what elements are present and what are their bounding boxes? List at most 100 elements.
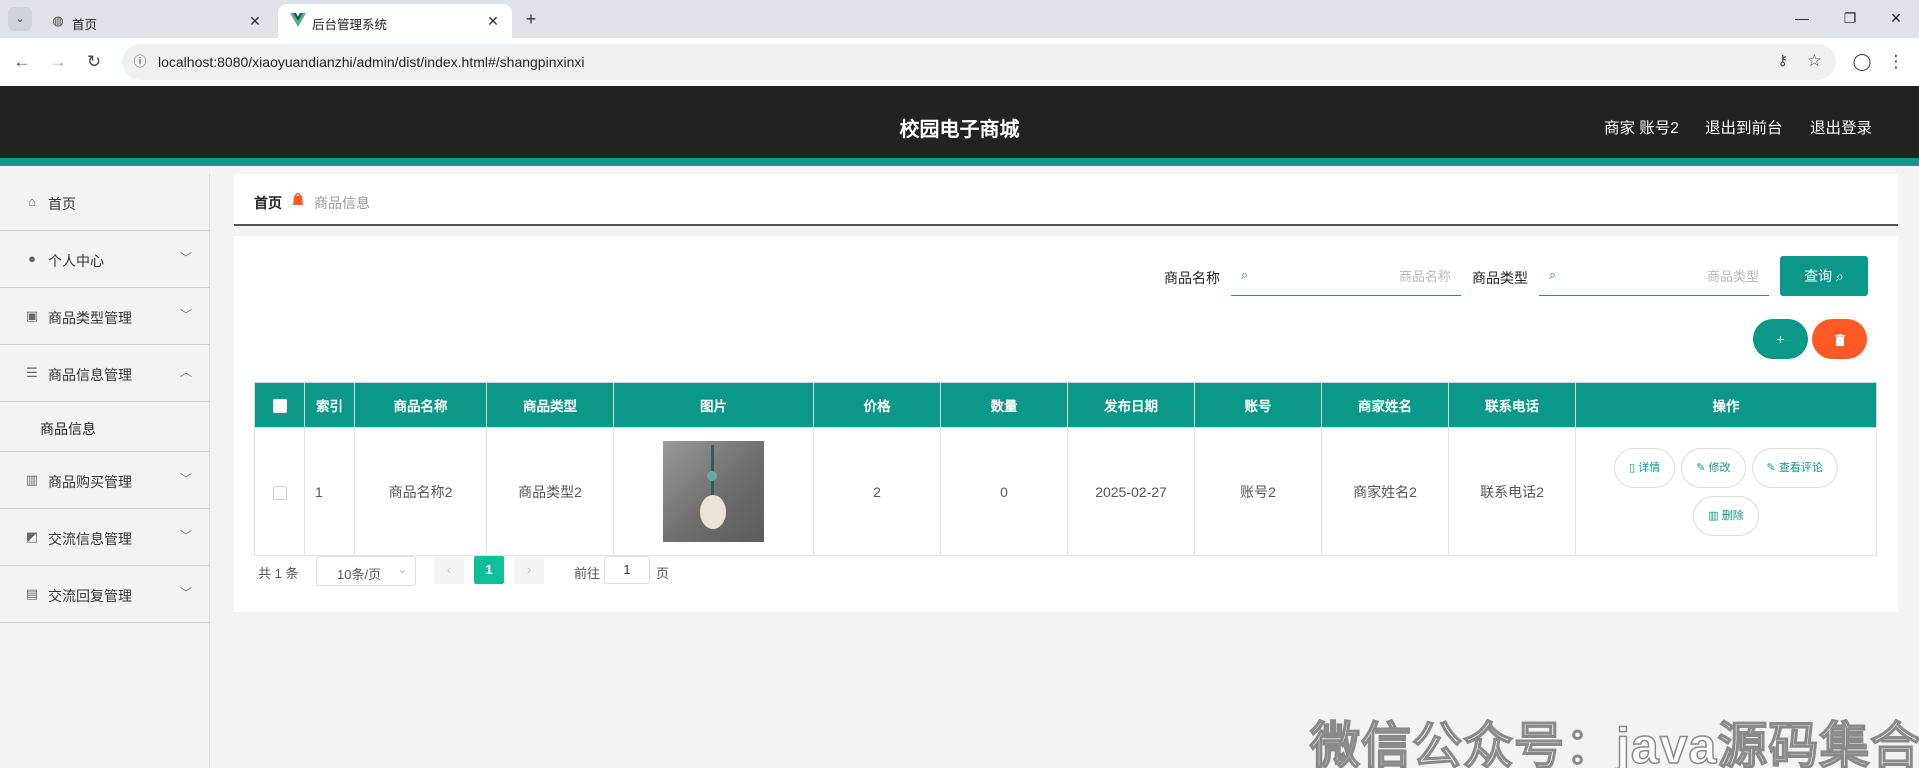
column-header: 商品名称 xyxy=(354,382,487,428)
close-icon[interactable]: ✕ xyxy=(484,12,502,30)
detail-button[interactable]: ▯ 详情 xyxy=(1614,447,1676,488)
add-button[interactable]: + xyxy=(1753,319,1808,359)
quantity-cell: 0 xyxy=(940,427,1068,556)
type-cell: 商品类型2 xyxy=(486,427,614,556)
sidebar-item-label: 商品购买管理 xyxy=(48,474,132,490)
product-image[interactable] xyxy=(663,441,764,542)
home-icon: ⌂ xyxy=(28,194,36,209)
edit-label: 修改 xyxy=(1708,461,1731,474)
list-icon: ☰ xyxy=(26,365,38,380)
search-type-field[interactable]: ⌕ xyxy=(1539,256,1769,296)
edit-button[interactable]: ✎ 修改 xyxy=(1681,447,1746,488)
column-header: 发布日期 xyxy=(1067,382,1195,428)
sidebar-item-profile[interactable]: ● 个人中心 ﹀ xyxy=(0,231,210,288)
delete-button[interactable]: ▥ 删除 xyxy=(1693,495,1759,536)
browser-tab-home[interactable]: ◍ 首页 ✕ xyxy=(38,4,274,38)
column-header: 联系电话 xyxy=(1448,382,1576,428)
close-icon[interactable]: ✕ xyxy=(246,12,264,30)
search-name-field[interactable]: ⌕ xyxy=(1231,256,1461,296)
breadcrumb-separator-icon xyxy=(292,192,304,206)
back-arrow-icon[interactable]: ← xyxy=(10,50,34,74)
browser-tab-admin[interactable]: 后台管理系统 ✕ xyxy=(278,4,512,38)
select-all-header[interactable] xyxy=(254,382,305,428)
browser-toolbar: ← → ↻ ⓘ localhost:8080/xiaoyuandianzhi/a… xyxy=(0,38,1919,86)
chevron-down-icon: ﹀ xyxy=(179,472,192,486)
batch-delete-button[interactable] xyxy=(1812,319,1867,359)
search-icon: ⌕ xyxy=(1241,267,1249,282)
select-all-checkbox[interactable] xyxy=(272,398,287,413)
forward-arrow-icon[interactable]: → xyxy=(46,50,70,74)
window-close-icon[interactable]: ✕ xyxy=(1874,6,1918,30)
logout-link[interactable]: 退出登录 xyxy=(1810,116,1872,138)
browser-tab-bar: ⌄ ◍ 首页 ✕ 后台管理系统 ✕ + — ❐ ✕ xyxy=(0,0,1919,38)
column-header: 账号 xyxy=(1194,382,1322,428)
view-reviews-button[interactable]: ✎ 查看评论 xyxy=(1751,447,1838,488)
date-cell: 2025-02-27 xyxy=(1067,427,1195,556)
breadcrumb-home[interactable]: 首页 xyxy=(254,193,282,213)
chevron-down-icon: ﹀ xyxy=(179,251,192,265)
search-icon: ⌕ xyxy=(1836,268,1844,284)
password-key-icon[interactable]: ⚷ xyxy=(1778,52,1788,69)
sidebar-item-label: 商品类型管理 xyxy=(48,310,132,326)
prev-page-button[interactable]: ‹ xyxy=(434,556,464,584)
sidebar-item-exchange-mgmt[interactable]: ◩ 交流信息管理 ﹀ xyxy=(0,509,210,566)
current-user: 商家 账号2 xyxy=(1604,120,1679,137)
reload-icon[interactable]: ↻ xyxy=(82,50,106,74)
chevron-down-icon: ﹀ xyxy=(179,308,192,322)
pencil-icon: ✎ xyxy=(1766,461,1779,474)
merchant-cell: 商家姓名2 xyxy=(1321,427,1449,556)
sidebar-item-product-mgmt[interactable]: ☰ 商品信息管理 ︿ xyxy=(0,345,210,402)
globe-icon: ◍ xyxy=(52,13,64,28)
sidebar-item-reply-mgmt[interactable]: ▤ 交流回复管理 ﹀ xyxy=(0,566,210,623)
sidebar-item-label: 交流信息管理 xyxy=(48,531,132,547)
row-select-cell[interactable] xyxy=(254,427,305,556)
page-size-value: 10条/页 xyxy=(337,567,382,582)
search-type-input[interactable] xyxy=(1571,264,1759,288)
query-button[interactable]: 查询 ⌕ xyxy=(1780,256,1868,296)
clipboard-icon: ▣ xyxy=(25,308,39,323)
table-row[interactable]: 1 商品名称2 商品类型2 2 0 2025-02-27 账号2 商家姓名2 联… xyxy=(254,427,1877,556)
actions-cell: ▯ 详情 ✎ 修改 ✎ 查看评论 ▥ 删除 xyxy=(1575,427,1877,556)
sidebar-subitem-product-info[interactable]: 商品信息 xyxy=(0,402,210,452)
search-name-input[interactable] xyxy=(1263,264,1451,288)
tab-title: 首页 xyxy=(72,18,98,32)
tab-title: 后台管理系统 xyxy=(312,18,388,32)
column-header: 商品类型 xyxy=(486,382,614,428)
chevron-down-icon: ⌄ xyxy=(397,564,407,576)
image-cell xyxy=(613,427,814,556)
new-tab-icon[interactable]: + xyxy=(520,8,542,30)
sidebar-item-purchase-mgmt[interactable]: ▥ 商品购买管理 ﹀ xyxy=(0,452,210,509)
pagination-total: 共 1 条 xyxy=(258,566,299,581)
bookmark-star-icon[interactable]: ☆ xyxy=(1807,51,1822,71)
reviews-label: 查看评论 xyxy=(1778,461,1823,474)
address-bar[interactable]: ⓘ localhost:8080/xiaoyuandianzhi/admin/d… xyxy=(122,44,1836,80)
back-to-front-link[interactable]: 退出到前台 xyxy=(1705,116,1783,138)
index-cell: 1 xyxy=(304,427,355,556)
minimize-icon[interactable]: — xyxy=(1780,6,1824,30)
site-info-icon[interactable]: ⓘ xyxy=(130,52,150,72)
trash-icon xyxy=(1834,334,1845,347)
price-cell: 2 xyxy=(813,427,941,556)
document-icon: ▯ xyxy=(1629,461,1639,474)
restore-icon[interactable]: ❐ xyxy=(1828,6,1872,30)
product-table: 索引 商品名称 商品类型 图片 价格 数量 发布日期 账号 商家姓名 联系电话 … xyxy=(254,382,1877,556)
breadcrumb: 首页 商品信息 xyxy=(234,174,1898,226)
sidebar-item-category-mgmt[interactable]: ▣ 商品类型管理 ﹀ xyxy=(0,288,210,345)
url-text[interactable]: localhost:8080/xiaoyuandianzhi/admin/dis… xyxy=(158,54,585,70)
goto-page-input[interactable]: 1 xyxy=(604,556,650,584)
name-cell: 商品名称2 xyxy=(354,427,487,556)
page-size-select[interactable]: 10条/页 ⌄ xyxy=(316,556,416,586)
next-page-button[interactable]: › xyxy=(514,556,544,584)
search-name-label: 商品名称 xyxy=(1164,270,1220,286)
tab-search-chevron-icon[interactable]: ⌄ xyxy=(8,7,32,31)
goto-prefix: 前往 xyxy=(574,566,601,581)
sidebar-item-home[interactable]: ⌂ 首页 xyxy=(0,174,210,231)
query-button-label: 查询 xyxy=(1804,268,1833,284)
profile-icon[interactable]: ◯ xyxy=(1850,50,1874,74)
row-checkbox[interactable] xyxy=(272,485,287,500)
sidebar-item-label: 商品信息管理 xyxy=(48,367,132,383)
more-menu-icon[interactable]: ⋮ xyxy=(1884,50,1908,74)
page-number-current[interactable]: 1 xyxy=(474,556,504,584)
user-icon: ● xyxy=(28,251,36,266)
breadcrumb-current: 商品信息 xyxy=(314,195,370,211)
